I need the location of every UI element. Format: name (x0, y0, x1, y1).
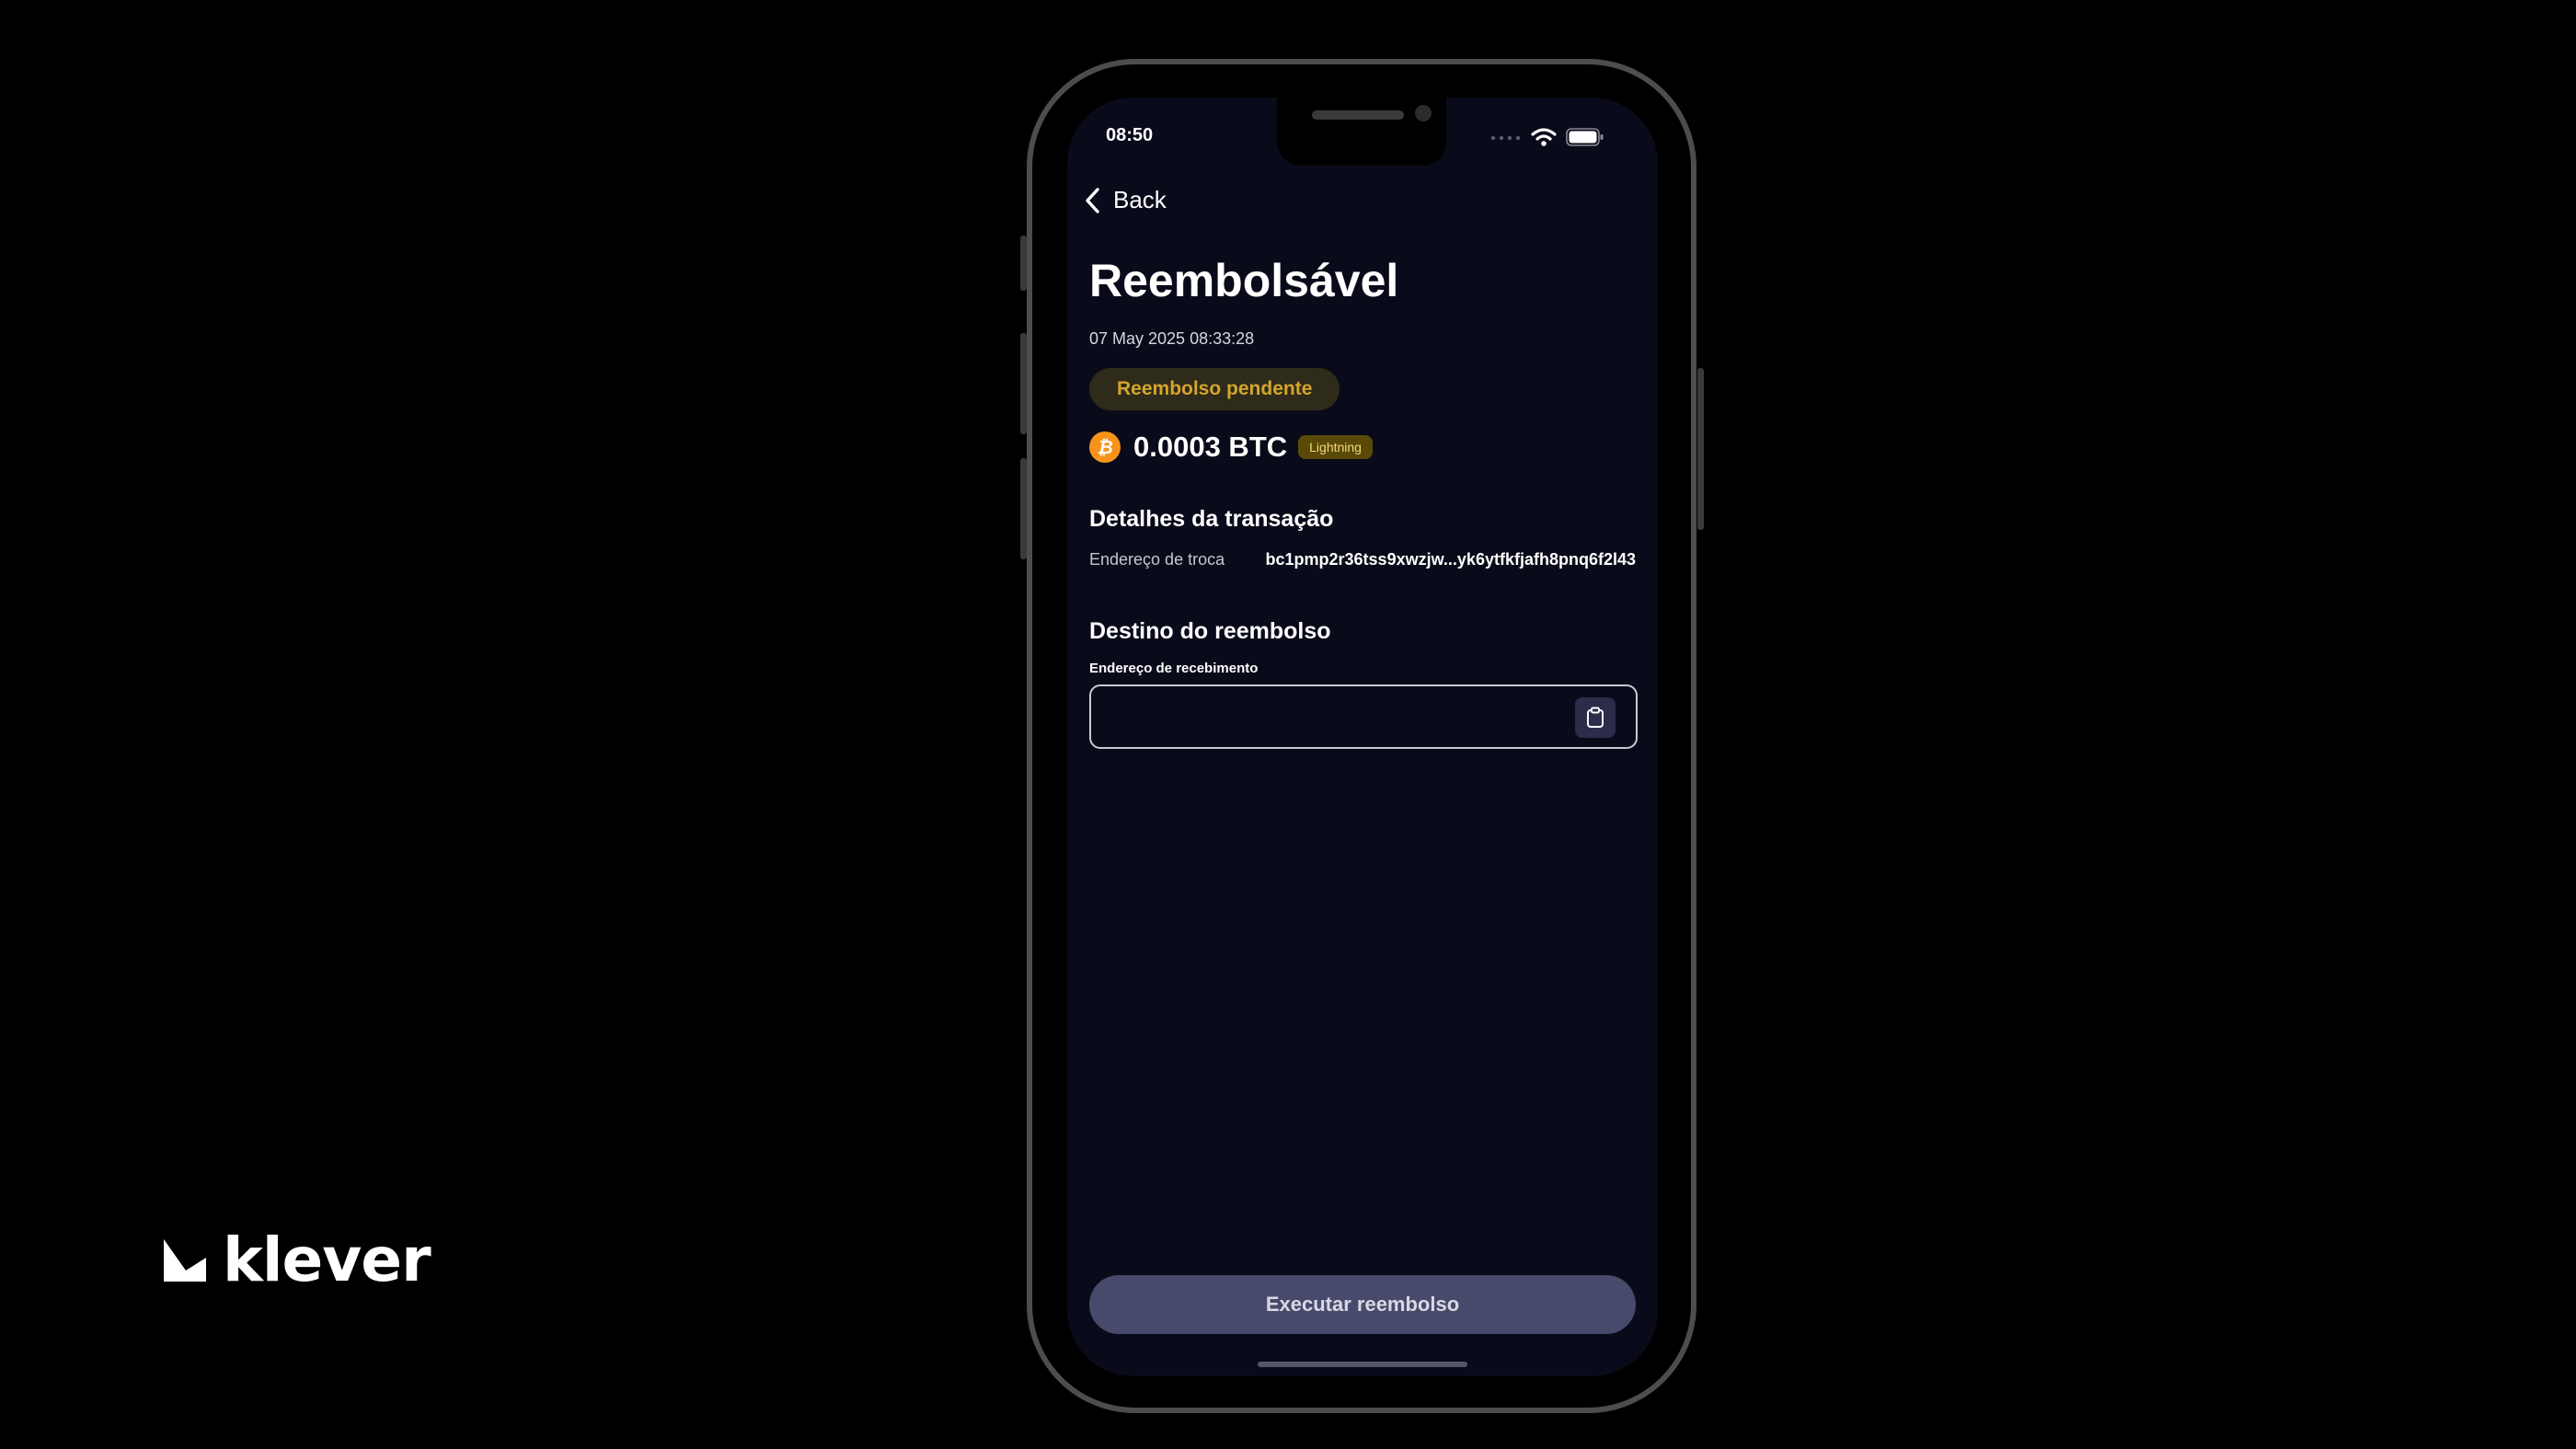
transaction-details-title: Detalhes da transação (1089, 506, 1334, 532)
notch-speaker (1312, 110, 1404, 120)
bitcoin-icon: ₿ (1089, 431, 1121, 463)
phone-volume-down (1020, 458, 1027, 559)
brand-wordmark: klever (223, 1225, 431, 1295)
status-icons (1490, 127, 1604, 147)
swap-address-value[interactable]: bc1pmp2r36tss9xwzjw...yk6ytfkfjafh8pnq6f… (1266, 550, 1637, 569)
stage: klever 08:50 Back Reembolsável 07 May 20… (0, 0, 2576, 1449)
klever-logo-icon (164, 1239, 206, 1282)
phone-screen: 08:50 Back Reembolsável 07 May 2025 08:3… (1067, 98, 1658, 1376)
front-camera (1415, 105, 1432, 121)
battery-icon (1566, 128, 1604, 146)
amount-value: 0.0003 BTC (1133, 431, 1288, 463)
clipboard-icon (1587, 707, 1604, 728)
phone-volume-up (1020, 333, 1027, 434)
paste-button[interactable] (1575, 697, 1616, 738)
receive-address-label: Endereço de recebimento (1089, 661, 1259, 676)
back-button[interactable]: Back (1084, 186, 1167, 214)
home-indicator (1258, 1362, 1467, 1367)
status-badge: Reembolso pendente (1089, 368, 1340, 410)
wifi-icon (1531, 128, 1557, 146)
transaction-date: 07 May 2025 08:33:28 (1089, 329, 1255, 348)
chevron-left-icon (1086, 187, 1099, 213)
receive-address-field (1089, 684, 1638, 749)
svg-text:₿: ₿ (1097, 436, 1113, 458)
status-time: 08:50 (1106, 125, 1154, 145)
detail-label: Endereço de troca (1089, 550, 1225, 569)
network-badge: Lightning (1298, 435, 1373, 459)
phone-power-button (1697, 368, 1704, 530)
brand-logo: klever (164, 1225, 431, 1295)
back-label: Back (1113, 186, 1167, 213)
execute-refund-button[interactable]: Executar reembolso (1089, 1275, 1636, 1334)
cellular-signal-icon (1490, 135, 1521, 141)
amount-row: ₿ 0.0003 BTC Lightning (1089, 429, 1373, 466)
detail-row-swap-address: Endereço de troca bc1pmp2r36tss9xwzjw...… (1089, 550, 1636, 569)
phone-notch (1277, 98, 1446, 166)
refund-destination-title: Destino do reembolso (1089, 618, 1331, 644)
phone-mute-switch (1020, 236, 1027, 291)
page-title: Reembolsável (1089, 255, 1399, 306)
receive-address-input[interactable] (1104, 697, 1549, 738)
